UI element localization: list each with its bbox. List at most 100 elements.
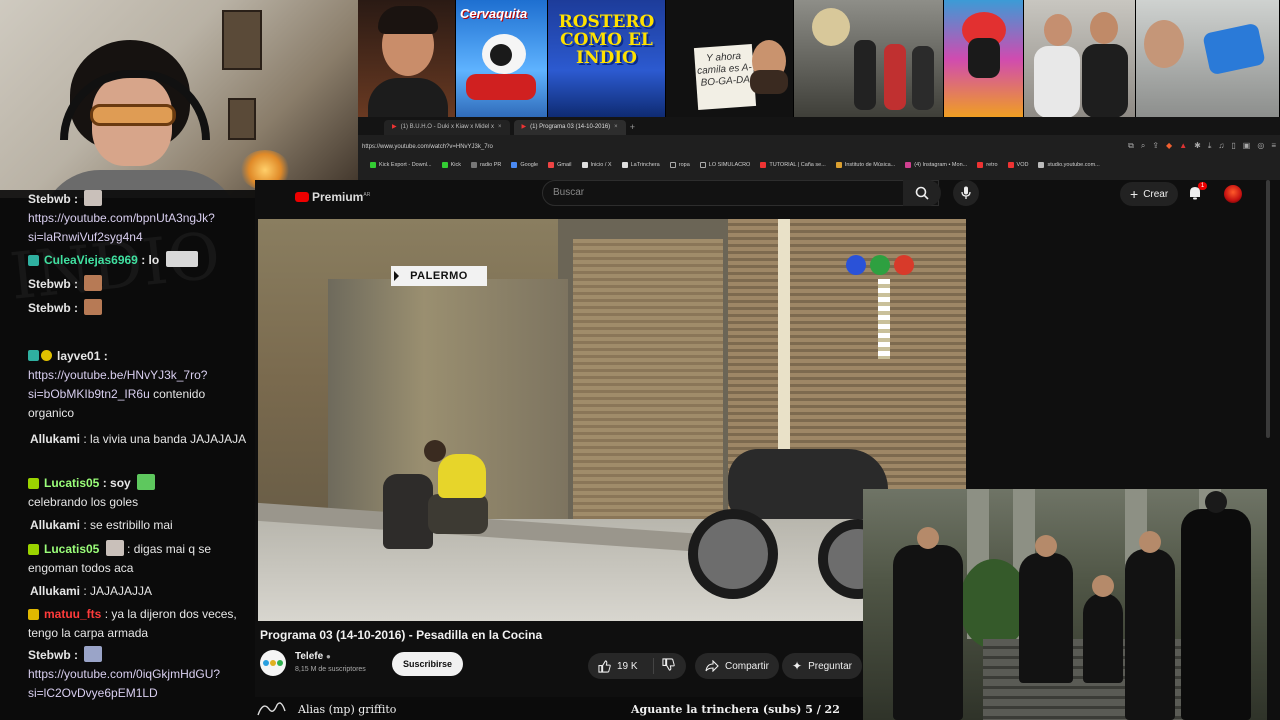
new-tab-icon[interactable]: + [630, 120, 635, 135]
chat-message: Allukami : la vivia una banda JAJAJAJA [30, 432, 247, 446]
thumb-indio-text: ROSTERO COMO EL INDIO [548, 0, 666, 118]
wallet-icon[interactable]: ▣ [1243, 141, 1251, 151]
bookmark-google[interactable]: Google [511, 162, 538, 168]
bookmark-vod[interactable]: VOD [1007, 162, 1028, 168]
chat-message: Allukami : JAJAJAJJA [30, 584, 153, 598]
browser-toolbar-icons: ⧉ ⌕ ⇪ ◆ ▲ ✱ ⤓ ♫ ▯ ▣ ◎ ≡ [1128, 141, 1276, 151]
rewards-icon[interactable]: ▲ [1179, 141, 1187, 151]
share-button[interactable]: Compartir [695, 653, 779, 679]
bookmark-kick-export[interactable]: Kick Export - Downl... [370, 162, 432, 168]
performer [1019, 535, 1073, 683]
bookmark-radio-pr[interactable]: radio PR [470, 162, 501, 168]
close-tab-icon[interactable]: × [498, 120, 502, 135]
thumb-corner-cam [1136, 0, 1280, 118]
page-scrollbar[interactable] [1266, 180, 1270, 438]
like-button[interactable]: 19 K [588, 658, 654, 674]
youtube-tab-icon: ▶ [392, 124, 397, 130]
download-icon[interactable]: ⤓ [1208, 141, 1212, 151]
close-tab-icon[interactable]: × [614, 120, 618, 135]
bookmark-retro[interactable]: retro [977, 162, 998, 168]
chat-message: Allukami : se estribillo mai [30, 518, 173, 532]
tab-label: (1) B.U.H.O - Duki x Kiaw x Midel x [400, 124, 494, 130]
tab-bar: ▶ (1) B.U.H.O - Duki x Kiaw x Midel x × … [358, 117, 1280, 135]
notifications-button[interactable]: 1 [1187, 182, 1207, 201]
video-balloons [846, 255, 914, 275]
like-count: 19 K [617, 660, 638, 672]
chat-message: CuleaViejas6969 : lo [28, 251, 250, 270]
emote [137, 474, 156, 490]
ask-button[interactable]: ✦ Preguntar [782, 653, 862, 679]
account-avatar[interactable] [1224, 185, 1242, 203]
now-playing-left: Alias (mp) griffito [298, 703, 397, 716]
thumb-cartoon-dog: Cervaquita [456, 0, 548, 118]
video-crouching-person [383, 474, 433, 549]
like-dislike-group: 19 K [588, 653, 686, 679]
bookmark-gmail[interactable]: Gmail [548, 162, 572, 168]
thumbnail-strip: Cervaquita ROSTERO COMO EL INDIO Y ahora… [358, 0, 1280, 118]
sparkle-icon: ✦ [792, 659, 803, 673]
media-icon[interactable]: ♫ [1218, 141, 1224, 151]
now-playing-bar: Alias (mp) griffito Aguante la trinchera… [255, 697, 863, 720]
thumb-yellow-text: ROSTERO COMO EL INDIO [558, 12, 655, 68]
chat-link[interactable]: https://youtube.com/0iqGkjmHdGU?si=lC2Ov… [28, 667, 220, 700]
brave-shield-icon[interactable]: ◆ [1166, 141, 1172, 151]
video-person-yellow-shirt [424, 440, 498, 544]
bookmark-tutorial[interactable]: TUTORIAL | Caña se... [760, 162, 826, 168]
bookmark-kick[interactable]: Kick [441, 162, 461, 168]
chat-message: Stebwb : https://youtube.com/bpnUtA3ngJk… [28, 190, 215, 244]
zoom-icon[interactable]: ⌕ [1141, 141, 1145, 151]
share-icon[interactable]: ⇪ [1152, 141, 1159, 151]
share-arrow-icon [705, 660, 719, 672]
youtube-play-icon [295, 192, 309, 202]
bookmark-folder-ropa[interactable]: ropa [669, 162, 690, 168]
now-playing-right: Aguante la trinchera (subs) 5 / 22 [631, 703, 840, 716]
bookmark-latrinchera[interactable]: LaTrinchera [621, 162, 660, 168]
chat-link[interactable]: https://youtube.com/bpnUtA3ngJk?si=laRnw… [28, 211, 215, 244]
music-video-overlay [863, 489, 1267, 720]
thumb-colorful-character [944, 0, 1024, 118]
signature-logo-icon [257, 702, 286, 716]
emote [165, 251, 198, 267]
voice-search-button[interactable] [953, 180, 979, 206]
youtube-premium-logo[interactable]: PremiumAR [295, 190, 370, 204]
notification-badge: 1 [1198, 182, 1207, 190]
extensions-icon[interactable]: ✱ [1194, 141, 1201, 151]
sidebar-icon[interactable]: ▯ [1231, 141, 1235, 151]
tab-duki[interactable]: ▶ (1) B.U.H.O - Duki x Kiaw x Midel x × [384, 120, 510, 135]
search-button[interactable] [903, 180, 941, 206]
performer [1125, 531, 1175, 720]
bookmark-instagram[interactable]: (4) Instagram • Mon... [905, 162, 967, 168]
vpn-icon[interactable]: ◎ [1257, 141, 1264, 151]
chat-message: Stebwb : [28, 299, 250, 318]
dislike-button[interactable] [654, 658, 675, 674]
channel-avatar[interactable] [260, 650, 286, 676]
bookmark-folder-simulacro[interactable]: LO SIMULACRO [699, 162, 750, 168]
video-player[interactable]: PALERMO [258, 219, 966, 621]
bookmarks-bar: Kick Export - Downl... Kick radio PR Goo… [358, 158, 1280, 172]
bookmark-studio[interactable]: studio.youtube.com... [1038, 162, 1100, 168]
video-title: Programa 03 (14-10-2016) - Pesadilla en … [260, 628, 543, 642]
bookmark-instituto[interactable]: Instituto de Música... [835, 162, 895, 168]
open-external-icon[interactable]: ⧉ [1128, 141, 1134, 151]
search-input[interactable]: Buscar [542, 180, 939, 206]
url-text[interactable]: https://www.youtube.com/watch?v=HNvYJ3k_… [362, 144, 493, 150]
microphone-icon [961, 186, 971, 199]
stream-layout: Cervaquita ROSTERO COMO EL INDIO Y ahora… [0, 0, 1280, 720]
plus-icon: + [1130, 186, 1139, 202]
bookmark-x[interactable]: Inicio / X [581, 162, 612, 168]
channel-name[interactable]: Telefe ● [295, 651, 331, 662]
tab-programa[interactable]: ▶ (1) Programa 03 (14-10-2016) × [513, 120, 626, 135]
thumbs-down-icon [662, 658, 675, 671]
streamer [40, 40, 240, 198]
create-button[interactable]: + Crear [1120, 182, 1179, 206]
subscribe-button[interactable]: Suscribirse [392, 652, 464, 676]
thumb-sub-text: Cervaquita [460, 6, 528, 21]
subscriber-count: 8,15 M de suscriptores [295, 666, 366, 673]
emote [84, 646, 103, 662]
webcam-feed [0, 0, 360, 198]
tab-label: (1) Programa 03 (14-10-2016) [530, 124, 611, 130]
chat-message: Lucatis05 : digas mai q se engoman todos… [28, 540, 212, 575]
chat-message: Stebwb : https://youtube.com/0iqGkjmHdGU… [28, 646, 221, 700]
menu-icon[interactable]: ≡ [1271, 141, 1276, 151]
wall-poster [228, 98, 256, 140]
